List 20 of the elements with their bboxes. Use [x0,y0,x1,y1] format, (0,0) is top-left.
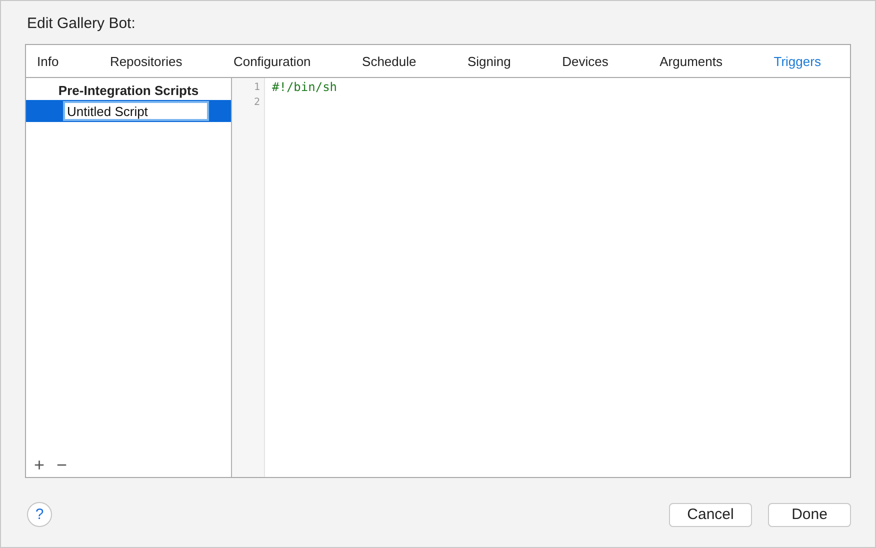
line-number: 1 [252,81,261,95]
remove-button[interactable]: − [54,455,70,475]
tab[interactable]: Schedule [359,52,420,70]
sidebar-heading: Pre-Integration Scripts [57,82,200,100]
tab[interactable]: Arguments [656,52,726,70]
name-field[interactable]: Untitled Script [63,101,209,121]
dialog-button[interactable]: Cancel [669,502,752,526]
code-line: #!/bin/sh [272,80,338,94]
help-button[interactable]: ? [27,502,52,527]
tab[interactable]: Configuration [230,52,314,70]
tab[interactable]: Triggers [770,52,824,70]
tab[interactable]: Signing [464,52,514,70]
window-title: Edit Gallery Bot: [27,15,136,33]
tab[interactable]: Repositories [106,52,186,70]
tab[interactable]: Devices [559,52,612,70]
script-row[interactable]: Untitled Script [26,100,231,122]
line-number: 2 [252,96,261,110]
add-button[interactable]: + [32,455,47,475]
tab[interactable]: Info [34,52,62,70]
dialog-button[interactable]: Done [768,502,851,526]
